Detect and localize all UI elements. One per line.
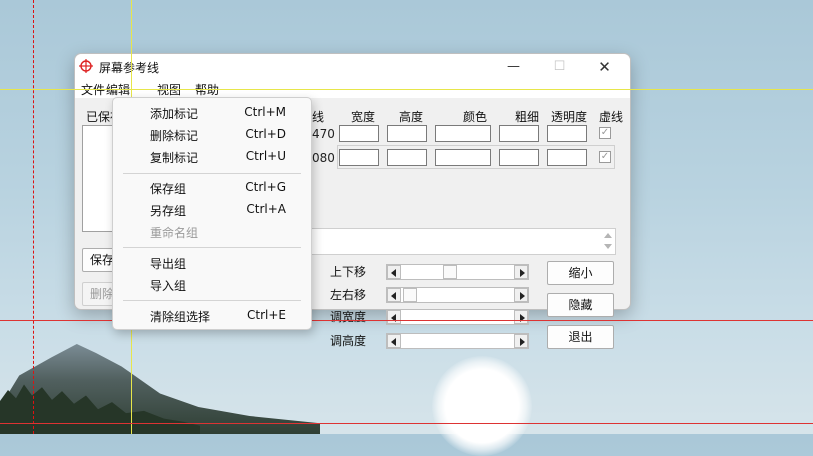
title-bar[interactable]: 屏幕参考线 — ☐ ✕	[75, 54, 630, 80]
close-button[interactable]: ✕	[582, 54, 627, 80]
desktop-sun	[432, 356, 532, 456]
menu-item-add-mark[interactable]: 添加标记 Ctrl+M	[113, 102, 311, 124]
row1-thickness-field[interactable]	[499, 125, 539, 142]
up-down-label: 上下移	[330, 265, 367, 279]
header-dashed: 虚线	[599, 110, 624, 124]
row2-thickness-field[interactable]	[499, 149, 539, 166]
row2-width-field[interactable]	[339, 149, 379, 166]
row2-height-field[interactable]	[387, 149, 427, 166]
row2-line-number: 080	[312, 151, 335, 165]
menu-separator	[123, 247, 301, 248]
menu-edit[interactable]: 编辑	[106, 81, 130, 98]
menu-view[interactable]: 视图	[157, 81, 181, 98]
header-width: 宽度	[351, 110, 376, 124]
row2-opacity-field[interactable]	[547, 149, 587, 166]
up-down-slider[interactable]	[386, 264, 529, 280]
slider-right-arrow-icon[interactable]	[514, 310, 528, 324]
header-line: 线	[312, 110, 325, 124]
header-opacity: 透明度	[551, 110, 588, 124]
adjust-width-slider[interactable]	[386, 309, 529, 325]
minimize-button[interactable]: —	[491, 54, 536, 80]
row1-width-field[interactable]	[339, 125, 379, 142]
header-thickness: 粗细	[515, 110, 540, 124]
crosshair-icon	[79, 59, 93, 73]
row1-line-number: 470	[312, 127, 335, 141]
slider-left-arrow-icon[interactable]	[387, 334, 401, 348]
window-title: 屏幕参考线	[99, 61, 160, 75]
slider-right-arrow-icon[interactable]	[514, 334, 528, 348]
menu-item-import-group[interactable]: 导入组	[113, 274, 311, 296]
edit-dropdown-menu: 添加标记 Ctrl+M 删除标记 Ctrl+D 复制标记 Ctrl+U 保存组 …	[112, 97, 312, 330]
row1-color-field[interactable]	[435, 125, 491, 142]
header-color: 颜色	[463, 110, 488, 124]
row1-height-field[interactable]	[387, 125, 427, 142]
header-height: 高度	[399, 110, 424, 124]
slider-left-arrow-icon[interactable]	[387, 288, 401, 302]
triangle-up-icon[interactable]	[604, 233, 612, 238]
menu-separator	[123, 173, 301, 174]
maximize-button[interactable]: ☐	[537, 54, 582, 80]
menu-help[interactable]: 帮助	[195, 81, 219, 98]
row1-opacity-field[interactable]	[547, 125, 587, 142]
info-textbox[interactable]	[311, 228, 616, 255]
hide-button[interactable]: 隐藏	[547, 293, 614, 317]
shrink-button[interactable]: 缩小	[547, 261, 614, 285]
triangle-down-icon[interactable]	[604, 244, 612, 249]
left-right-slider[interactable]	[386, 287, 529, 303]
menu-bar: 文件 编辑 视图 帮助	[75, 80, 630, 98]
slider-left-arrow-icon[interactable]	[387, 310, 401, 324]
adjust-height-slider[interactable]	[386, 333, 529, 349]
menu-item-export-group[interactable]: 导出组	[113, 252, 311, 274]
slider-right-arrow-icon[interactable]	[514, 288, 528, 302]
menu-item-rename-group: 重命名组	[150, 226, 199, 240]
slider-thumb[interactable]	[443, 265, 457, 279]
slider-right-arrow-icon[interactable]	[514, 265, 528, 279]
left-right-label: 左右移	[330, 288, 367, 302]
menu-item-delete-mark[interactable]: 删除标记 Ctrl+D	[113, 124, 311, 146]
row1-dashed-checkbox[interactable]: ✓	[599, 127, 611, 139]
slider-thumb[interactable]	[403, 288, 417, 302]
slider-left-arrow-icon[interactable]	[387, 265, 401, 279]
menu-item-copy-mark[interactable]: 复制标记 Ctrl+U	[113, 146, 311, 168]
adjust-height-label: 调高度	[330, 334, 367, 348]
adjust-width-label: 调宽度	[330, 310, 367, 324]
menu-item-clear-group-selection[interactable]: 清除组选择 Ctrl+E	[113, 305, 311, 327]
menu-item-save-group-as[interactable]: 另存组 Ctrl+A	[113, 199, 311, 221]
menu-item-save-group[interactable]: 保存组 Ctrl+G	[113, 177, 311, 199]
menu-separator	[123, 300, 301, 301]
row2-color-field[interactable]	[435, 149, 491, 166]
menu-file[interactable]: 文件	[81, 81, 105, 98]
row2-dashed-checkbox[interactable]: ✓	[599, 151, 611, 163]
exit-button[interactable]: 退出	[547, 325, 614, 349]
